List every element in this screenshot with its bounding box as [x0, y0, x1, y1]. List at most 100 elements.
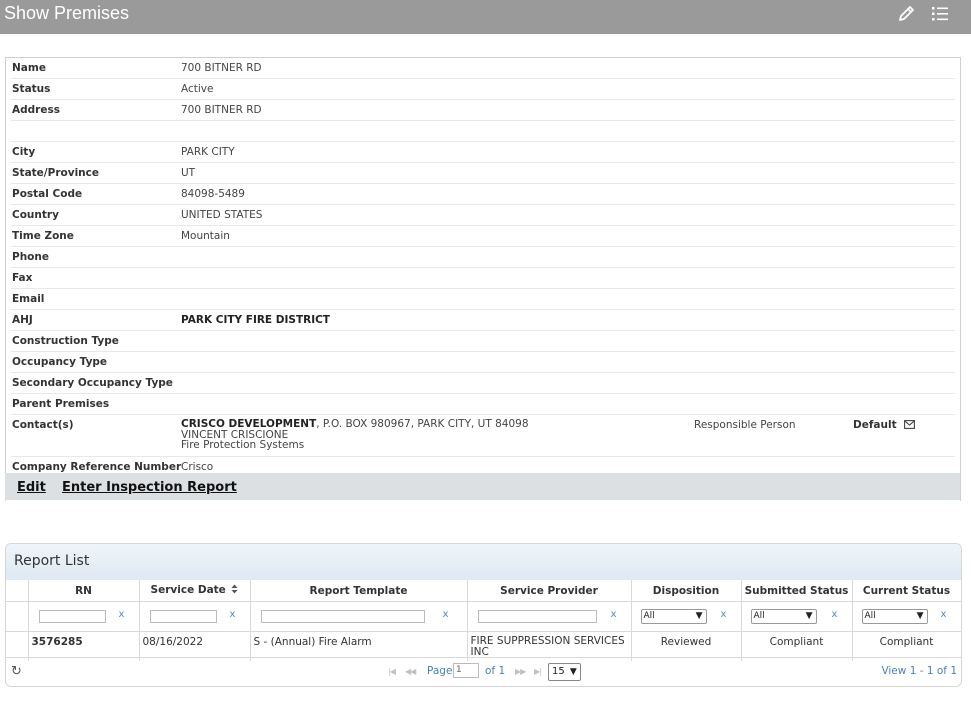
detail-row-address-2 — [11, 121, 955, 142]
edit-link[interactable]: Edit — [17, 480, 46, 495]
submitted-status-filter-clear[interactable]: x — [832, 609, 838, 620]
contact-relationship: Responsible Person — [694, 419, 796, 431]
detail-row-address: Address 700 BITNER RD — [11, 100, 955, 121]
detail-label: Phone — [12, 251, 49, 263]
envelope-icon[interactable] — [904, 420, 916, 432]
detail-label: Parent Premises — [12, 398, 110, 410]
detail-label: Fax — [12, 272, 33, 284]
column-header-submitted-status[interactable]: Submitted Status — [741, 580, 853, 602]
detail-value: UNITED STATES — [181, 209, 263, 221]
current-status-filter-select[interactable]: All ▼ — [861, 609, 928, 624]
column-header-current-status[interactable]: Current Status — [852, 580, 962, 602]
filter-cell-service-date: x — [139, 601, 251, 632]
detail-row-phone: Phone — [11, 247, 955, 268]
detail-label: Status — [12, 83, 51, 95]
filter-cell-report-template: x — [250, 601, 468, 632]
detail-row-fax: Fax — [11, 268, 955, 289]
detail-row-postal-code: Postal Code 84098-5489 — [11, 184, 955, 205]
disposition-filter-select[interactable]: All ▼ — [640, 609, 707, 624]
detail-value: Active — [181, 83, 214, 95]
detail-row-city: City PARK CITY — [11, 142, 955, 163]
rows-per-page-select[interactable]: 15 ▼ — [548, 663, 581, 681]
enter-inspection-report-link[interactable]: Enter Inspection Report — [62, 480, 237, 495]
detail-row-construction-type: Construction Type — [11, 331, 955, 352]
select-value: 15 — [552, 666, 565, 677]
service-provider-filter-clear[interactable]: x — [611, 609, 617, 620]
submitted-status-filter-select[interactable]: All ▼ — [750, 609, 817, 624]
detail-label: Construction Type — [12, 335, 119, 347]
detail-row-ahj: AHJ PARK CITY FIRE DISTRICT — [11, 310, 955, 331]
column-header-rn[interactable]: RN — [28, 580, 140, 602]
page-number-input[interactable]: 1 — [453, 663, 479, 678]
filter-cell-current-status: All ▼ x — [852, 601, 962, 632]
detail-value: Mountain — [181, 230, 230, 242]
chevron-down-icon: ▼ — [916, 611, 924, 621]
page-title: Show Premises — [4, 3, 130, 23]
detail-label: Postal Code — [12, 188, 83, 200]
previous-page-icon[interactable]: ◀◀ — [405, 667, 416, 676]
detail-label: Contact(s) — [12, 419, 74, 431]
detail-row-secondary-occupancy-type: Secondary Occupancy Type — [11, 373, 955, 394]
column-header-report-template[interactable]: Report Template — [250, 580, 468, 602]
select-value: All — [643, 611, 655, 621]
column-header-disposition[interactable]: Disposition — [631, 580, 742, 602]
detail-row-contacts: Contact(s) CRISCO DEVELOPMENT, P.O. BOX … — [11, 415, 955, 457]
detail-label: Country — [12, 209, 59, 221]
detail-label: Occupancy Type — [12, 356, 108, 368]
disposition-filter-clear[interactable]: x — [721, 609, 727, 620]
detail-label: AHJ — [12, 314, 33, 326]
list-icon[interactable] — [929, 3, 951, 25]
sort-icon[interactable] — [231, 584, 238, 597]
column-header-service-date[interactable]: Service Date — [139, 580, 251, 602]
last-page-icon[interactable]: ▶| — [534, 667, 542, 676]
rn-filter-input[interactable] — [38, 610, 106, 623]
select-value: All — [753, 611, 765, 621]
filter-row: x x x x All ▼ x All ▼ x All ▼ x — [6, 601, 962, 632]
report-template-filter-input[interactable] — [260, 610, 425, 623]
filter-cell-submitted-status: All ▼ x — [741, 601, 853, 632]
detail-row-time-zone: Time Zone Mountain — [11, 226, 955, 247]
report-list-header: Report List — [6, 544, 961, 580]
contact-default-label: Default — [853, 419, 897, 431]
chevron-down-icon: ▼ — [695, 611, 703, 621]
chevron-down-icon: ▼ — [569, 667, 577, 677]
premises-details: Name 700 BITNER RD Status Active Address… — [5, 57, 961, 501]
refresh-icon[interactable]: ↻ — [11, 664, 22, 679]
filter-cell-service-provider: x — [467, 601, 632, 632]
detail-label: Address — [12, 104, 60, 116]
first-page-icon[interactable]: |◀ — [388, 667, 396, 676]
current-status-filter-clear[interactable]: x — [941, 609, 947, 620]
pager: ↻ |◀ ◀◀ Page 1 of 1 ▶▶ ▶| 15 ▼ View 1 - … — [6, 657, 961, 686]
row-number-header — [6, 580, 29, 602]
column-header-service-provider[interactable]: Service Provider — [467, 580, 632, 602]
service-provider-filter-input[interactable] — [477, 610, 597, 623]
action-bar: Edit Enter Inspection Report — [5, 473, 960, 500]
filter-cell-disposition: All ▼ x — [631, 601, 742, 632]
report-list-title: Report List — [14, 553, 90, 569]
detail-row-state: State/Province UT — [11, 163, 955, 184]
contact-address: , P.O. BOX 980967, PARK CITY, UT 84098 — [316, 418, 529, 430]
detail-label: Secondary Occupancy Type — [12, 377, 173, 389]
detail-row-parent-premises: Parent Premises — [11, 394, 955, 415]
header-bar: Show Premises — [0, 0, 971, 34]
detail-label: State/Province — [12, 167, 99, 179]
detail-value: UT — [181, 167, 196, 179]
detail-value: PARK CITY — [181, 146, 235, 158]
detail-value: 84098-5489 — [181, 188, 245, 200]
chevron-down-icon: ▼ — [805, 611, 813, 621]
detail-row-country: Country UNITED STATES — [11, 205, 955, 226]
column-header-label: Service Date — [150, 584, 226, 596]
service-date-filter-input[interactable] — [149, 610, 217, 623]
table-header-row: RN Service Date Report Template Service … — [6, 580, 962, 602]
contact-default: Default — [853, 419, 916, 432]
records-summary: View 1 - 1 of 1 — [881, 665, 957, 677]
pencil-icon[interactable] — [896, 3, 918, 25]
service-date-filter-clear[interactable]: x — [230, 609, 236, 620]
detail-row-occupancy-type: Occupancy Type — [11, 352, 955, 373]
next-page-icon[interactable]: ▶▶ — [515, 667, 526, 676]
detail-label: Name — [12, 62, 46, 74]
detail-row-status: Status Active — [11, 79, 955, 100]
contact-info: CRISCO DEVELOPMENT, P.O. BOX 980967, PAR… — [181, 419, 529, 451]
rn-filter-clear[interactable]: x — [119, 609, 125, 620]
report-template-filter-clear[interactable]: x — [443, 609, 449, 620]
